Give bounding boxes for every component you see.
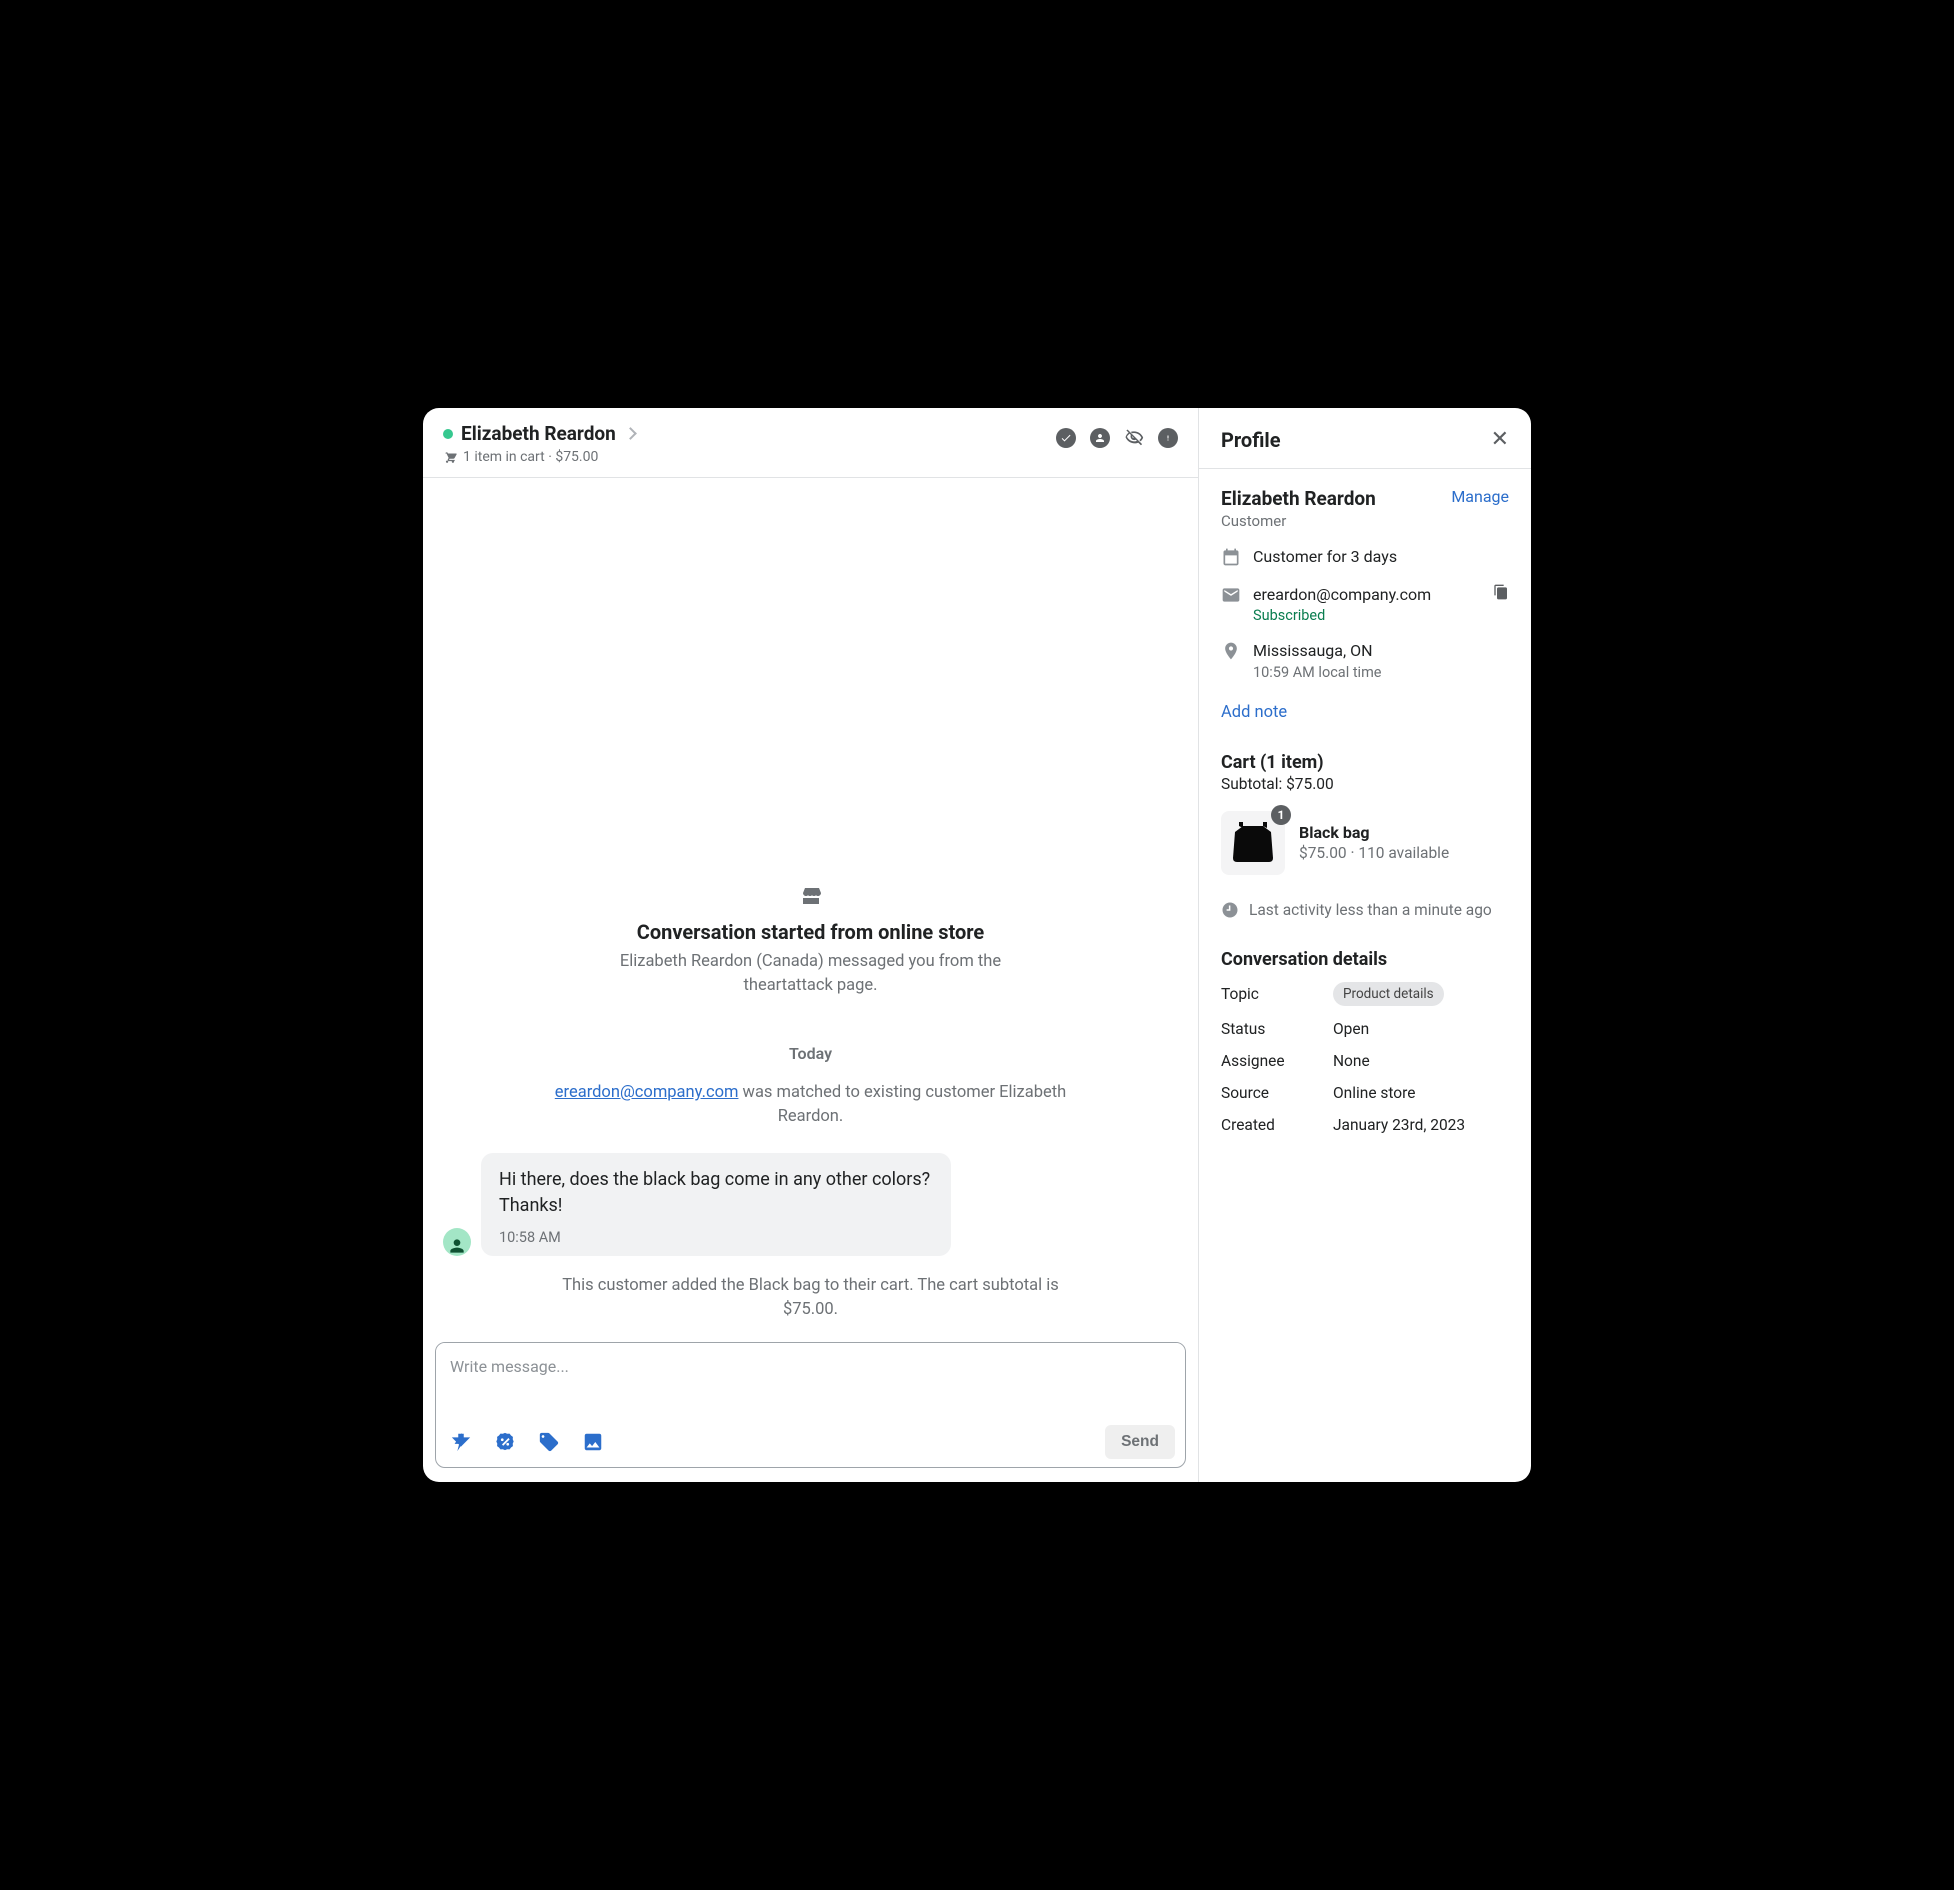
assignee-value: None (1333, 1052, 1370, 1070)
visibility-off-icon[interactable] (1124, 428, 1144, 448)
created-label: Created (1221, 1116, 1333, 1134)
message-text: Hi there, does the black bag come in any… (499, 1167, 933, 1219)
composer-toolbar: Send (436, 1417, 1185, 1467)
cart-qty-badge: 1 (1271, 805, 1291, 825)
bag-icon (1229, 822, 1277, 864)
starter-sub: Elizabeth Reardon (Canada) messaged you … (581, 950, 1041, 998)
subscribed-badge: Subscribed (1253, 607, 1431, 624)
topbar-left: Elizabeth Reardon 1 item in cart · $75.0… (443, 422, 635, 465)
clock-icon (1221, 901, 1239, 919)
topbar-actions (1056, 422, 1178, 448)
image-icon[interactable] (582, 1431, 604, 1453)
topic-label: Topic (1221, 985, 1333, 1003)
discount-icon[interactable] (494, 1431, 516, 1453)
customer-title-row[interactable]: Elizabeth Reardon (443, 422, 635, 445)
match-line: ereardon@company.com was matched to exis… (551, 1081, 1071, 1129)
conversation-pane: Elizabeth Reardon 1 item in cart · $75.0… (423, 408, 1199, 1482)
message-time: 10:58 AM (499, 1229, 933, 1246)
person-circle-icon[interactable] (1090, 428, 1110, 448)
email-icon (1221, 585, 1241, 605)
customer-avatar (443, 1228, 471, 1256)
product-tag-icon[interactable] (538, 1431, 560, 1453)
composer-icons (450, 1431, 604, 1453)
conversation-body: Conversation started from online store E… (423, 478, 1198, 1342)
profile-panel: Profile ✕ Elizabeth Reardon Customer Man… (1199, 408, 1531, 1482)
close-icon[interactable]: ✕ (1491, 429, 1509, 451)
detail-topic: Topic Product details (1221, 982, 1509, 1006)
location-icon (1221, 641, 1241, 661)
avatar-icon (447, 1236, 467, 1256)
check-circle-icon[interactable] (1056, 428, 1076, 448)
conversation-starter: Conversation started from online store E… (443, 884, 1178, 998)
match-suffix: was matched to existing customer Elizabe… (738, 1083, 1066, 1126)
matched-email-link[interactable]: ereardon@company.com (555, 1083, 739, 1102)
message-input[interactable] (436, 1343, 1185, 1417)
cart-subtotal: Subtotal: $75.00 (1221, 775, 1509, 793)
copy-icon[interactable] (1493, 584, 1509, 604)
storefront-icon (798, 884, 824, 908)
calendar-icon (1221, 547, 1241, 567)
profile-info-list: Customer for 3 days ereardon@company.com… (1221, 546, 1509, 681)
detail-list: Topic Product details Status Open Assign… (1221, 982, 1509, 1134)
customer-email: ereardon@company.com (1253, 584, 1431, 606)
customer-duration: Customer for 3 days (1253, 546, 1397, 568)
date-separator: Today (443, 1044, 1178, 1063)
system-line: This customer added the Black bag to the… (541, 1274, 1081, 1322)
message-composer: Send (435, 1342, 1186, 1468)
alert-circle-icon[interactable] (1158, 428, 1178, 448)
cart-item-name: Black bag (1299, 823, 1449, 842)
info-row-email: ereardon@company.com Subscribed (1221, 584, 1509, 625)
detail-source: Source Online store (1221, 1084, 1509, 1102)
local-time: 10:59 AM local time (1253, 664, 1382, 681)
presence-dot-icon (443, 429, 453, 439)
source-value: Online store (1333, 1084, 1415, 1102)
detail-assignee: Assignee None (1221, 1052, 1509, 1070)
info-row-duration: Customer for 3 days (1221, 546, 1509, 568)
profile-role: Customer (1221, 512, 1376, 530)
created-value: January 23rd, 2023 (1333, 1116, 1465, 1134)
profile-name: Elizabeth Reardon (1221, 487, 1376, 510)
cart-section-title: Cart (1 item) (1221, 752, 1509, 773)
chevron-right-icon (624, 427, 637, 440)
profile-body: Elizabeth Reardon Customer Manage Custom… (1199, 469, 1531, 1152)
cart-summary-text: 1 item in cart · $75.00 (463, 449, 598, 465)
details-title: Conversation details (1221, 949, 1509, 970)
status-label: Status (1221, 1020, 1333, 1038)
message-bubble: Hi there, does the black bag come in any… (481, 1153, 951, 1256)
app-frame: Elizabeth Reardon 1 item in cart · $75.0… (423, 408, 1531, 1482)
customer-location: Mississauga, ON (1253, 640, 1382, 662)
customer-name: Elizabeth Reardon (461, 422, 616, 445)
cart-item-thumbnail: 1 (1221, 811, 1285, 875)
profile-panel-title: Profile (1221, 428, 1281, 452)
topic-pill[interactable]: Product details (1333, 982, 1444, 1006)
assignee-label: Assignee (1221, 1052, 1333, 1070)
cart-item-meta: $75.00 · 110 available (1299, 844, 1449, 862)
last-activity: Last activity less than a minute ago (1221, 901, 1509, 919)
detail-status: Status Open (1221, 1020, 1509, 1038)
profile-top: Elizabeth Reardon Customer Manage (1221, 487, 1509, 530)
conversation-topbar: Elizabeth Reardon 1 item in cart · $75.0… (423, 408, 1198, 478)
manage-link[interactable]: Manage (1451, 487, 1509, 506)
last-activity-text: Last activity less than a minute ago (1249, 901, 1492, 919)
status-value: Open (1333, 1020, 1369, 1038)
message-row: Hi there, does the black bag come in any… (443, 1153, 1178, 1256)
source-label: Source (1221, 1084, 1333, 1102)
send-button[interactable]: Send (1105, 1425, 1175, 1459)
starter-heading: Conversation started from online store (443, 920, 1178, 944)
profile-header: Profile ✕ (1199, 408, 1531, 469)
cart-icon (443, 450, 457, 464)
composer-wrap: Send (423, 1342, 1198, 1482)
cart-summary-row: 1 item in cart · $75.00 (443, 449, 635, 465)
quick-reply-icon[interactable] (450, 1431, 472, 1453)
info-row-location: Mississauga, ON 10:59 AM local time (1221, 640, 1509, 681)
cart-item[interactable]: 1 Black bag $75.00 · 110 available (1221, 811, 1509, 875)
add-note-link[interactable]: Add note (1221, 703, 1287, 722)
detail-created: Created January 23rd, 2023 (1221, 1116, 1509, 1134)
